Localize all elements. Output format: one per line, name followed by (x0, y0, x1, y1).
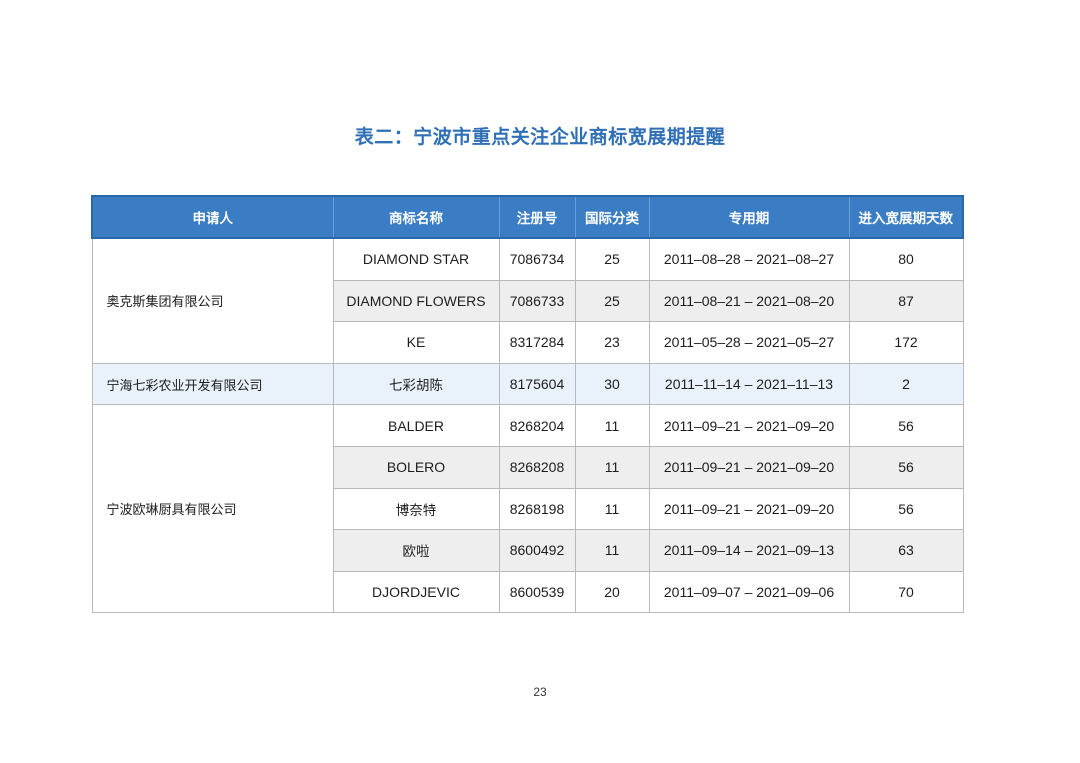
days-cell: 56 (848, 487, 964, 531)
reg-no-cell: 8317284 (498, 321, 576, 364)
mark-cell: BALDER (332, 404, 500, 447)
class-cell: 11 (574, 487, 650, 531)
applicant-cell: 宁海七彩农业开发有限公司 (91, 362, 334, 406)
header-class: 国际分类 (574, 195, 650, 239)
days-cell: 56 (848, 445, 964, 489)
applicant-cell: 宁波欧琳厨具有限公司 (91, 404, 334, 614)
header-row: 申请人 商标名称 注册号 国际分类 专用期 进入宽展期天数 (91, 195, 964, 239)
applicant-cell: 奥克斯集团有限公司 (91, 237, 334, 364)
class-cell: 25 (574, 237, 650, 281)
mark-cell: BOLERO (332, 445, 500, 489)
mark-cell: 七彩胡陈 (332, 362, 500, 406)
table-row: 宁波欧琳厨具有限公司 BALDER 8268204 11 2011–09–21 … (91, 404, 964, 614)
days-cell: 63 (848, 529, 964, 572)
days-cell: 87 (848, 279, 964, 323)
page-number: 23 (533, 685, 547, 699)
period-cell: 2011–09–07 – 2021–09–06 (648, 570, 850, 614)
mark-cell: 欧啦 (332, 529, 500, 572)
period-cell: 2011–09–21 – 2021–09–20 (648, 445, 850, 489)
mark-cell: KE (332, 321, 500, 364)
reg-no-cell: 8600539 (498, 570, 576, 614)
class-cell: 11 (574, 529, 650, 572)
reg-no-cell: 8268208 (498, 445, 576, 489)
class-cell: 23 (574, 321, 650, 364)
header-applicant: 申请人 (91, 195, 334, 239)
period-cell: 2011–09–21 – 2021–09–20 (648, 487, 850, 531)
mark-cell: DIAMOND FLOWERS (332, 279, 500, 323)
header-reg-no: 注册号 (498, 195, 576, 239)
reg-no-cell: 8268204 (498, 404, 576, 447)
period-cell: 2011–08–28 – 2021–08–27 (648, 237, 850, 281)
header-mark-name: 商标名称 (332, 195, 500, 239)
class-cell: 11 (574, 445, 650, 489)
period-cell: 2011–09–14 – 2021–09–13 (648, 529, 850, 572)
class-cell: 30 (574, 362, 650, 406)
reg-no-cell: 7086733 (498, 279, 576, 323)
days-cell: 70 (848, 570, 964, 614)
reg-no-cell: 8268198 (498, 487, 576, 531)
class-cell: 11 (574, 404, 650, 447)
mark-cell: DJORDJEVIC (332, 570, 500, 614)
period-cell: 2011–05–28 – 2021–05–27 (648, 321, 850, 364)
period-cell: 2011–11–14 – 2021–11–13 (648, 362, 850, 406)
table-title: 表二：宁波市重点关注企业商标宽展期提醒 (354, 126, 726, 148)
header-period: 专用期 (648, 195, 850, 239)
days-cell: 2 (848, 362, 964, 406)
class-cell: 20 (574, 570, 650, 614)
days-cell: 80 (848, 237, 964, 281)
reg-no-cell: 8600492 (498, 529, 576, 572)
header-days: 进入宽展期天数 (848, 195, 964, 239)
table-row: 奥克斯集团有限公司 DIAMOND STAR 7086734 25 2011–0… (91, 237, 964, 364)
period-cell: 2011–08–21 – 2021–08–20 (648, 279, 850, 323)
reg-no-cell: 8175604 (498, 362, 576, 406)
mark-cell: 博奈特 (332, 487, 500, 531)
days-cell: 172 (848, 321, 964, 364)
trademark-table: 申请人 商标名称 注册号 国际分类 专用期 进入宽展期天数 奥克斯集团有限公司 … (91, 195, 964, 614)
period-cell: 2011–09–21 – 2021–09–20 (648, 404, 850, 447)
table-row: 宁海七彩农业开发有限公司 七彩胡陈 8175604 30 2011–11–14 … (91, 362, 964, 406)
days-cell: 56 (848, 404, 964, 447)
reg-no-cell: 7086734 (498, 237, 576, 281)
mark-cell: DIAMOND STAR (332, 237, 500, 281)
class-cell: 25 (574, 279, 650, 323)
